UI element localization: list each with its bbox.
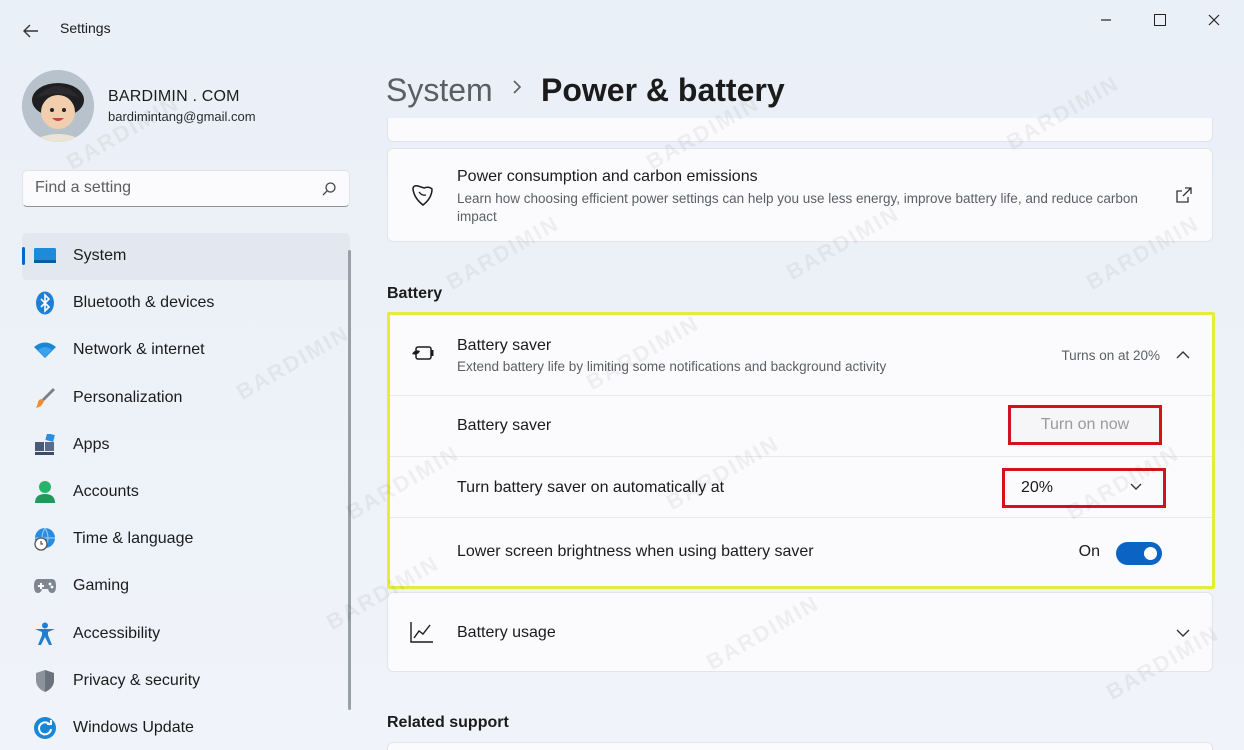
sidebar-item-label: Apps: [73, 435, 110, 453]
sidebar-item-privacy[interactable]: Privacy & security: [22, 658, 350, 705]
sidebar-item-label: Personalization: [73, 388, 183, 406]
sidebar-scrollbar[interactable]: [348, 250, 351, 710]
monitor-icon: [32, 244, 58, 268]
update-icon: [32, 716, 58, 740]
search-icon[interactable]: [321, 181, 337, 197]
power-card-description: Learn how choosing efficient power setti…: [457, 191, 1138, 224]
chart-line-icon: [410, 622, 433, 643]
chevron-up-icon[interactable]: [1176, 350, 1190, 360]
maximize-icon: [1154, 14, 1166, 27]
previous-card-edge: [387, 118, 1213, 142]
settings-window: Settings BARDIMIN . COM bardimintang@gma…: [0, 0, 1244, 750]
sidebar-item-label: Windows Update: [73, 718, 194, 736]
search-input[interactable]: Find a setting: [35, 179, 131, 197]
battery-saver-row-label: Battery saver: [457, 417, 552, 434]
chevron-right-icon: [512, 78, 522, 101]
brightness-label: Lower screen brightness when using batte…: [457, 543, 814, 560]
sidebar-item-apps[interactable]: Apps: [22, 422, 350, 469]
sidebar-item-label: System: [73, 247, 127, 264]
sidebar-item-label: Accessibility: [73, 624, 161, 642]
minimize-button[interactable]: [1086, 8, 1126, 32]
external-link-icon: [1176, 187, 1192, 203]
profile-email: bardimintang@gmail.com: [108, 109, 256, 124]
minimize-icon: [1101, 19, 1111, 21]
user-profile[interactable]: BARDIMIN . COM bardimintang@gmail.com: [22, 70, 342, 142]
sidebar-item-network[interactable]: Network & internet: [22, 327, 350, 374]
avatar-photo-icon: [22, 70, 94, 142]
battery-saver-description: Extend battery life by limiting some not…: [457, 359, 887, 374]
back-button[interactable]: [18, 18, 44, 42]
brightness-row: Lower screen brightness when using batte…: [390, 517, 1212, 586]
back-arrow-icon: [23, 24, 38, 38]
title-bar: Settings: [0, 0, 1244, 60]
sidebar-item-personalization[interactable]: Personalization: [22, 375, 350, 422]
sidebar-item-label: Network & internet: [73, 341, 205, 359]
person-icon: [32, 480, 58, 504]
sidebar-item-bluetooth[interactable]: Bluetooth & devices: [22, 280, 350, 327]
active-indicator: [22, 247, 25, 265]
auto-threshold-row: Turn battery saver on automatically at 2…: [390, 456, 1212, 517]
sidebar-item-accounts[interactable]: Accounts: [22, 469, 350, 516]
brush-icon: [32, 386, 58, 410]
battery-saver-group: Battery saver Extend battery life by lim…: [387, 312, 1215, 589]
chevron-down-icon: [1176, 629, 1190, 637]
sidebar-item-label: Accounts: [73, 482, 139, 500]
close-icon: [1208, 14, 1220, 26]
breadcrumb-parent[interactable]: System: [386, 72, 493, 109]
bluetooth-icon: [32, 291, 58, 315]
watermark: BARDIMIN: [1001, 70, 1124, 155]
battery-usage-card[interactable]: Battery usage: [387, 592, 1213, 672]
related-support-card-edge: [387, 742, 1213, 750]
sidebar-item-label: Bluetooth & devices: [73, 294, 215, 312]
threshold-value: 20%: [1021, 479, 1054, 496]
profile-name: BARDIMIN . COM: [108, 88, 240, 105]
sidebar-item-accessibility[interactable]: Accessibility: [22, 611, 350, 658]
toggle-knob: [1144, 547, 1157, 560]
battery-saver-title: Battery saver: [457, 337, 552, 354]
search-box[interactable]: Find a setting: [22, 170, 350, 207]
battery-usage-title: Battery usage: [457, 624, 556, 641]
leaf-icon: [412, 185, 433, 206]
power-card-title: Power consumption and carbon emissions: [457, 168, 758, 185]
battery-section-heading: Battery: [387, 285, 443, 302]
auto-threshold-label: Turn battery saver on automatically at: [457, 479, 725, 496]
sidebar-item-windows-update[interactable]: Windows Update: [22, 705, 350, 750]
sidebar-nav: System Bluetooth & devices Network & int…: [22, 233, 350, 750]
apps-icon: [32, 433, 58, 457]
related-support-heading: Related support: [387, 714, 509, 731]
brightness-toggle-state: On: [1078, 543, 1100, 560]
maximize-button[interactable]: [1140, 8, 1180, 32]
close-button[interactable]: [1194, 8, 1234, 32]
sidebar-item-label: Time & language: [73, 530, 194, 548]
shield-icon: [32, 669, 58, 693]
brightness-toggle[interactable]: [1116, 542, 1162, 565]
sidebar-item-gaming[interactable]: Gaming: [22, 563, 350, 610]
page-title: Power & battery: [541, 72, 785, 108]
avatar: [22, 70, 94, 142]
globe-clock-icon: [32, 527, 58, 551]
accessibility-icon: [32, 622, 58, 646]
power-consumption-card[interactable]: Power consumption and carbon emissions L…: [387, 148, 1213, 242]
sidebar-item-time-language[interactable]: Time & language: [22, 516, 350, 563]
sidebar-item-system[interactable]: System: [22, 233, 350, 281]
app-title: Settings: [60, 20, 111, 36]
battery-saver-header[interactable]: Battery saver Extend battery life by lim…: [390, 315, 1212, 395]
battery-saver-status: Turns on at 20%: [1061, 348, 1160, 363]
threshold-dropdown[interactable]: 20%: [1002, 468, 1166, 508]
sidebar-item-label: Gaming: [73, 577, 130, 595]
gamepad-icon: [32, 574, 58, 598]
chevron-down-icon: [1130, 483, 1142, 490]
wifi-icon: [32, 338, 58, 362]
battery-saver-toggle-row: Battery saver Turn on now: [390, 395, 1212, 456]
battery-leaf-icon: [412, 346, 434, 360]
turn-on-now-button[interactable]: Turn on now: [1008, 405, 1162, 445]
sidebar-item-label: Privacy & security: [73, 671, 201, 689]
